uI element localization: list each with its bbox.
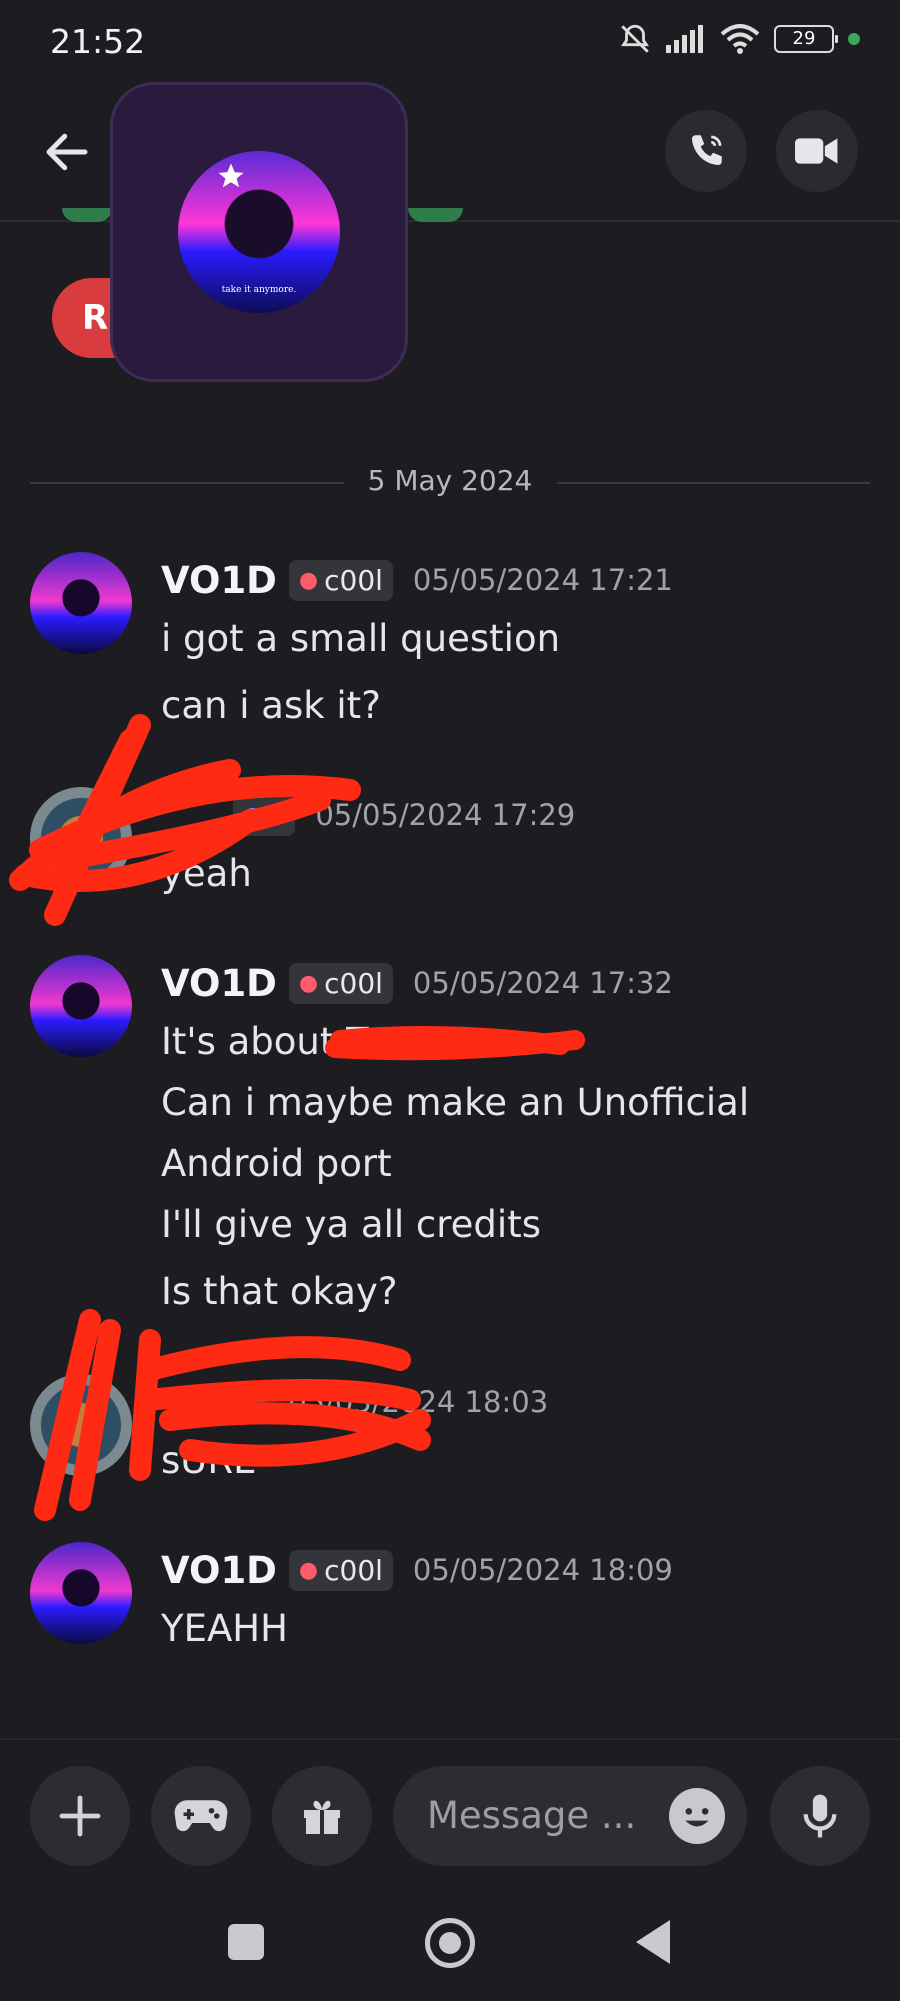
server-tag[interactable]: ● Y: [233, 794, 296, 836]
avatar[interactable]: [30, 552, 132, 654]
server-tag[interactable]: ● c00l: [288, 962, 393, 1004]
badge-icon: ●: [233, 1389, 253, 1415]
clock: 21:52: [50, 22, 146, 61]
flame-icon: ●: [298, 970, 319, 996]
banner-edge-left: [62, 208, 112, 222]
microphone-icon: [803, 1794, 837, 1838]
bell-muted-icon: [621, 24, 649, 53]
message-text: sURE: [161, 1439, 257, 1482]
system-nav-bar: [0, 1898, 900, 2001]
message-text: It's about T: [161, 1020, 369, 1063]
username[interactable]: VO1D: [161, 962, 277, 1005]
activities-button[interactable]: [151, 1766, 251, 1866]
video-camera-icon: [795, 138, 838, 164]
voice-call-button[interactable]: [665, 110, 747, 192]
status-bar: 21:52 29: [0, 0, 900, 90]
avatar[interactable]: [30, 955, 132, 1057]
avatar[interactable]: [30, 1542, 132, 1644]
gamepad-icon: [174, 1800, 228, 1832]
avatar[interactable]: [30, 787, 132, 889]
date-label: 5 May 2024: [30, 464, 870, 497]
composer-bar: Message ...: [0, 1738, 900, 1900]
banner-edge-right: [408, 208, 463, 222]
emoji-smile-icon: [685, 1808, 709, 1827]
message-text: can i ask it?: [161, 684, 381, 727]
timestamp: 05/05/2024 17:32: [412, 966, 673, 1000]
server-tag[interactable]: ● c00l: [288, 559, 393, 601]
wifi-icon: [720, 24, 760, 54]
privacy-dot: [848, 33, 860, 45]
recents-button[interactable]: [228, 1924, 264, 1960]
emoji-button[interactable]: [669, 1788, 725, 1844]
voice-message-button[interactable]: [770, 1766, 870, 1866]
video-call-button[interactable]: [776, 110, 858, 192]
arrow-left-icon: [46, 133, 88, 171]
message-placeholder: Message ...: [427, 1794, 637, 1837]
message-text: Is that okay?: [161, 1270, 398, 1313]
message-text: yeah: [161, 852, 252, 895]
status-icons: 29: [618, 22, 860, 56]
avatar-caption: take it anymore.: [221, 285, 297, 295]
timestamp: 05/05/2024 17:21: [412, 563, 673, 597]
timestamp: 05/05/2024 18:03: [288, 1385, 549, 1419]
server-tag[interactable]: ●: [223, 1385, 269, 1419]
phone-call-icon: [692, 135, 722, 165]
message-text: Android port: [161, 1142, 392, 1185]
add-attachment-button[interactable]: [30, 1766, 130, 1866]
system-back-button[interactable]: [636, 1920, 670, 1964]
timestamp: 05/05/2024 18:09: [412, 1553, 673, 1587]
home-button[interactable]: [425, 1918, 475, 1968]
server-tag[interactable]: ● c00l: [288, 1549, 393, 1591]
plus-icon: [59, 1795, 101, 1837]
star-icon: [218, 163, 244, 188]
message-input[interactable]: Message ...: [393, 1766, 747, 1866]
avatar[interactable]: [30, 1374, 132, 1476]
date-divider: 5 May 2024: [30, 460, 870, 500]
message-text: Can i maybe make an Unofficial: [161, 1081, 750, 1124]
message-text: I'll give ya all credits: [161, 1203, 541, 1246]
profile-popup[interactable]: take it anymore.: [110, 82, 408, 382]
badge-icon: ●: [243, 802, 263, 828]
signal-icon: [666, 25, 703, 53]
message-text: i got a small question: [161, 617, 561, 660]
popup-avatar: take it anymore.: [178, 151, 340, 313]
timestamp: 05/05/2024 17:29: [315, 798, 576, 832]
gift-button[interactable]: [272, 1766, 372, 1866]
flame-icon: ●: [298, 1557, 319, 1583]
username[interactable]: VO1D: [161, 1549, 277, 1592]
gift-icon: [304, 1800, 340, 1834]
username[interactable]: VO1D: [161, 559, 277, 602]
back-button[interactable]: [40, 125, 100, 185]
battery-indicator: 29: [774, 25, 838, 53]
flame-icon: ●: [298, 567, 319, 593]
message-text: YEAHH: [161, 1607, 288, 1650]
